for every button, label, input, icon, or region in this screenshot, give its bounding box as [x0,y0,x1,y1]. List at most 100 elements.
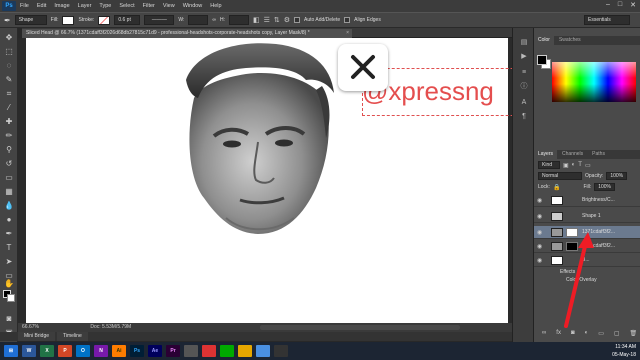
path-arrange-icon[interactable]: ⇅ [274,16,280,24]
width-input[interactable] [188,15,209,25]
crop-tool-icon[interactable]: ⌗ [3,88,15,100]
taskbar-app-powerpoint[interactable]: P [58,345,72,357]
auto-add-delete-checkbox[interactable] [294,17,300,23]
lasso-tool-icon[interactable]: ◌ [3,60,15,72]
tab-color[interactable]: Color [534,36,554,45]
lock-icon[interactable]: 🔒 [553,184,560,191]
history-panel-icon[interactable]: ▤ [518,38,530,48]
taskbar-app-onenote[interactable]: N [94,345,108,357]
marquee-tool-icon[interactable]: ⬚ [3,46,15,58]
height-input[interactable] [228,15,249,25]
group-icon[interactable]: ▭ [598,330,604,337]
tab-timeline[interactable]: Timeline [57,332,88,341]
menu-window[interactable]: Window [179,3,207,9]
photoshop-logo-icon[interactable]: Ps [2,1,16,11]
eye-icon[interactable]: ◉ [537,229,542,236]
fill-input[interactable]: 100% [594,183,616,191]
actions-panel-icon[interactable]: ▶ [518,52,530,62]
link-icon[interactable]: ∞ [212,17,216,23]
taskbar-app-illustrator[interactable]: Ai [112,345,126,357]
taskbar-app-icon[interactable] [202,345,216,357]
info-panel-icon[interactable]: ⓘ [518,82,530,92]
eyedropper-tool-icon[interactable]: ⁄ [3,102,15,114]
menu-help[interactable]: Help [206,3,225,9]
align-edges-checkbox[interactable] [344,17,351,23]
close-window-icon[interactable]: ✕ [630,1,636,9]
gear-icon[interactable]: ⚙ [284,16,290,24]
filter-adjust-icon[interactable]: ◐ [572,162,576,168]
taskbar-app-outlook[interactable]: O [76,345,90,357]
menu-layer[interactable]: Layer [74,3,96,9]
healing-tool-icon[interactable]: ✚ [3,116,15,128]
menu-filter[interactable]: Filter [139,3,159,9]
layer-row[interactable]: ◉ Brightness/C... [534,194,640,207]
new-layer-icon[interactable]: ▢ [614,330,620,337]
stroke-style-select[interactable]: ——— [144,15,175,25]
fx-icon[interactable]: fx [556,330,561,337]
maximize-icon[interactable]: □ [618,1,622,9]
taskbar-app-icon[interactable] [238,345,252,357]
taskbar-app-icon[interactable] [256,345,270,357]
layer-kind-filter[interactable]: Kind [538,161,560,169]
path-align-icon[interactable]: ☰ [264,16,270,24]
menu-type[interactable]: Type [95,3,115,9]
path-ops-icon[interactable]: ◧ [253,16,260,24]
start-button[interactable]: ⊞ [4,345,18,357]
taskbar-app-photoshop[interactable]: Ps [130,345,144,357]
taskbar-app-aftereffects[interactable]: Ae [148,345,162,357]
taskbar-app-excel[interactable]: X [40,345,54,357]
eye-icon[interactable]: ◉ [537,197,542,204]
taskbar-app-premiere[interactable]: Pr [166,345,180,357]
blur-tool-icon[interactable]: 💧 [3,200,15,212]
pen-tool-icon[interactable]: ✒ [3,228,15,240]
minimize-icon[interactable]: – [606,1,610,9]
menu-view[interactable]: View [159,3,179,9]
brush-tool-icon[interactable]: ✏ [3,130,15,142]
paragraph-panel-icon[interactable]: ¶ [518,112,530,122]
eye-icon[interactable]: ◉ [537,213,542,220]
tab-channels[interactable]: Channels [558,150,587,159]
filter-shape-icon[interactable]: ▭ [585,162,591,169]
eye-icon[interactable]: ◉ [537,243,542,250]
stamp-tool-icon[interactable]: ⚲ [3,144,15,156]
taskbar-app-icon[interactable] [184,345,198,357]
path-select-tool-icon[interactable]: ➤ [3,256,15,268]
background-color-swatch[interactable] [7,294,15,302]
tab-mini-bridge[interactable]: Mini Bridge [18,332,56,341]
character-panel-icon[interactable]: A [518,98,530,108]
eraser-tool-icon[interactable]: ▭ [3,172,15,184]
dodge-tool-icon[interactable]: ● [3,214,15,226]
document-tab[interactable]: Sliced Head @ 66.7% (1371cdaff3f2026d68d… [22,29,352,38]
quick-mask-icon[interactable]: ◙ [3,313,15,325]
taskbar-app-word[interactable]: W [22,345,36,357]
link-layers-icon[interactable]: ∞ [542,330,546,337]
workspace-select[interactable]: Essentials [584,15,630,25]
quick-select-tool-icon[interactable]: ✎ [3,74,15,86]
adjustment-icon[interactable]: ◐ [585,330,589,337]
fill-swatch[interactable] [62,15,75,25]
horizontal-scrollbar[interactable] [260,325,460,330]
eye-icon[interactable]: ◉ [537,257,542,264]
blend-mode-select[interactable]: Normal [538,172,582,180]
stroke-width-input[interactable]: 0.6 pt [114,15,141,25]
taskbar-clock[interactable]: 11:34 AM 05-May-18 [612,343,636,359]
type-tool-icon[interactable]: T [3,242,15,254]
menu-edit[interactable]: Edit [33,3,50,9]
tab-paths[interactable]: Paths [588,150,609,159]
taskbar-app-icon[interactable] [220,345,234,357]
zoom-level[interactable]: 66.67% [22,324,39,330]
add-mask-icon[interactable]: ◙ [571,330,575,337]
menu-select[interactable]: Select [115,3,138,9]
gradient-tool-icon[interactable]: ▦ [3,186,15,198]
menu-image[interactable]: Image [50,3,73,9]
filter-type-icon[interactable]: T [578,162,582,168]
stroke-swatch[interactable] [98,15,111,25]
move-tool-icon[interactable]: ✥ [3,32,15,44]
layer-row[interactable]: ◉ Shape 1 [534,210,640,223]
trash-icon[interactable]: 🗑 [630,330,638,337]
opacity-input[interactable]: 100% [606,172,628,180]
menu-file[interactable]: File [16,3,33,9]
tab-swatches[interactable]: Swatches [555,36,585,45]
pen-tool-icon[interactable]: ✒ [4,16,11,25]
filter-pixel-icon[interactable]: ▣ [563,162,569,169]
